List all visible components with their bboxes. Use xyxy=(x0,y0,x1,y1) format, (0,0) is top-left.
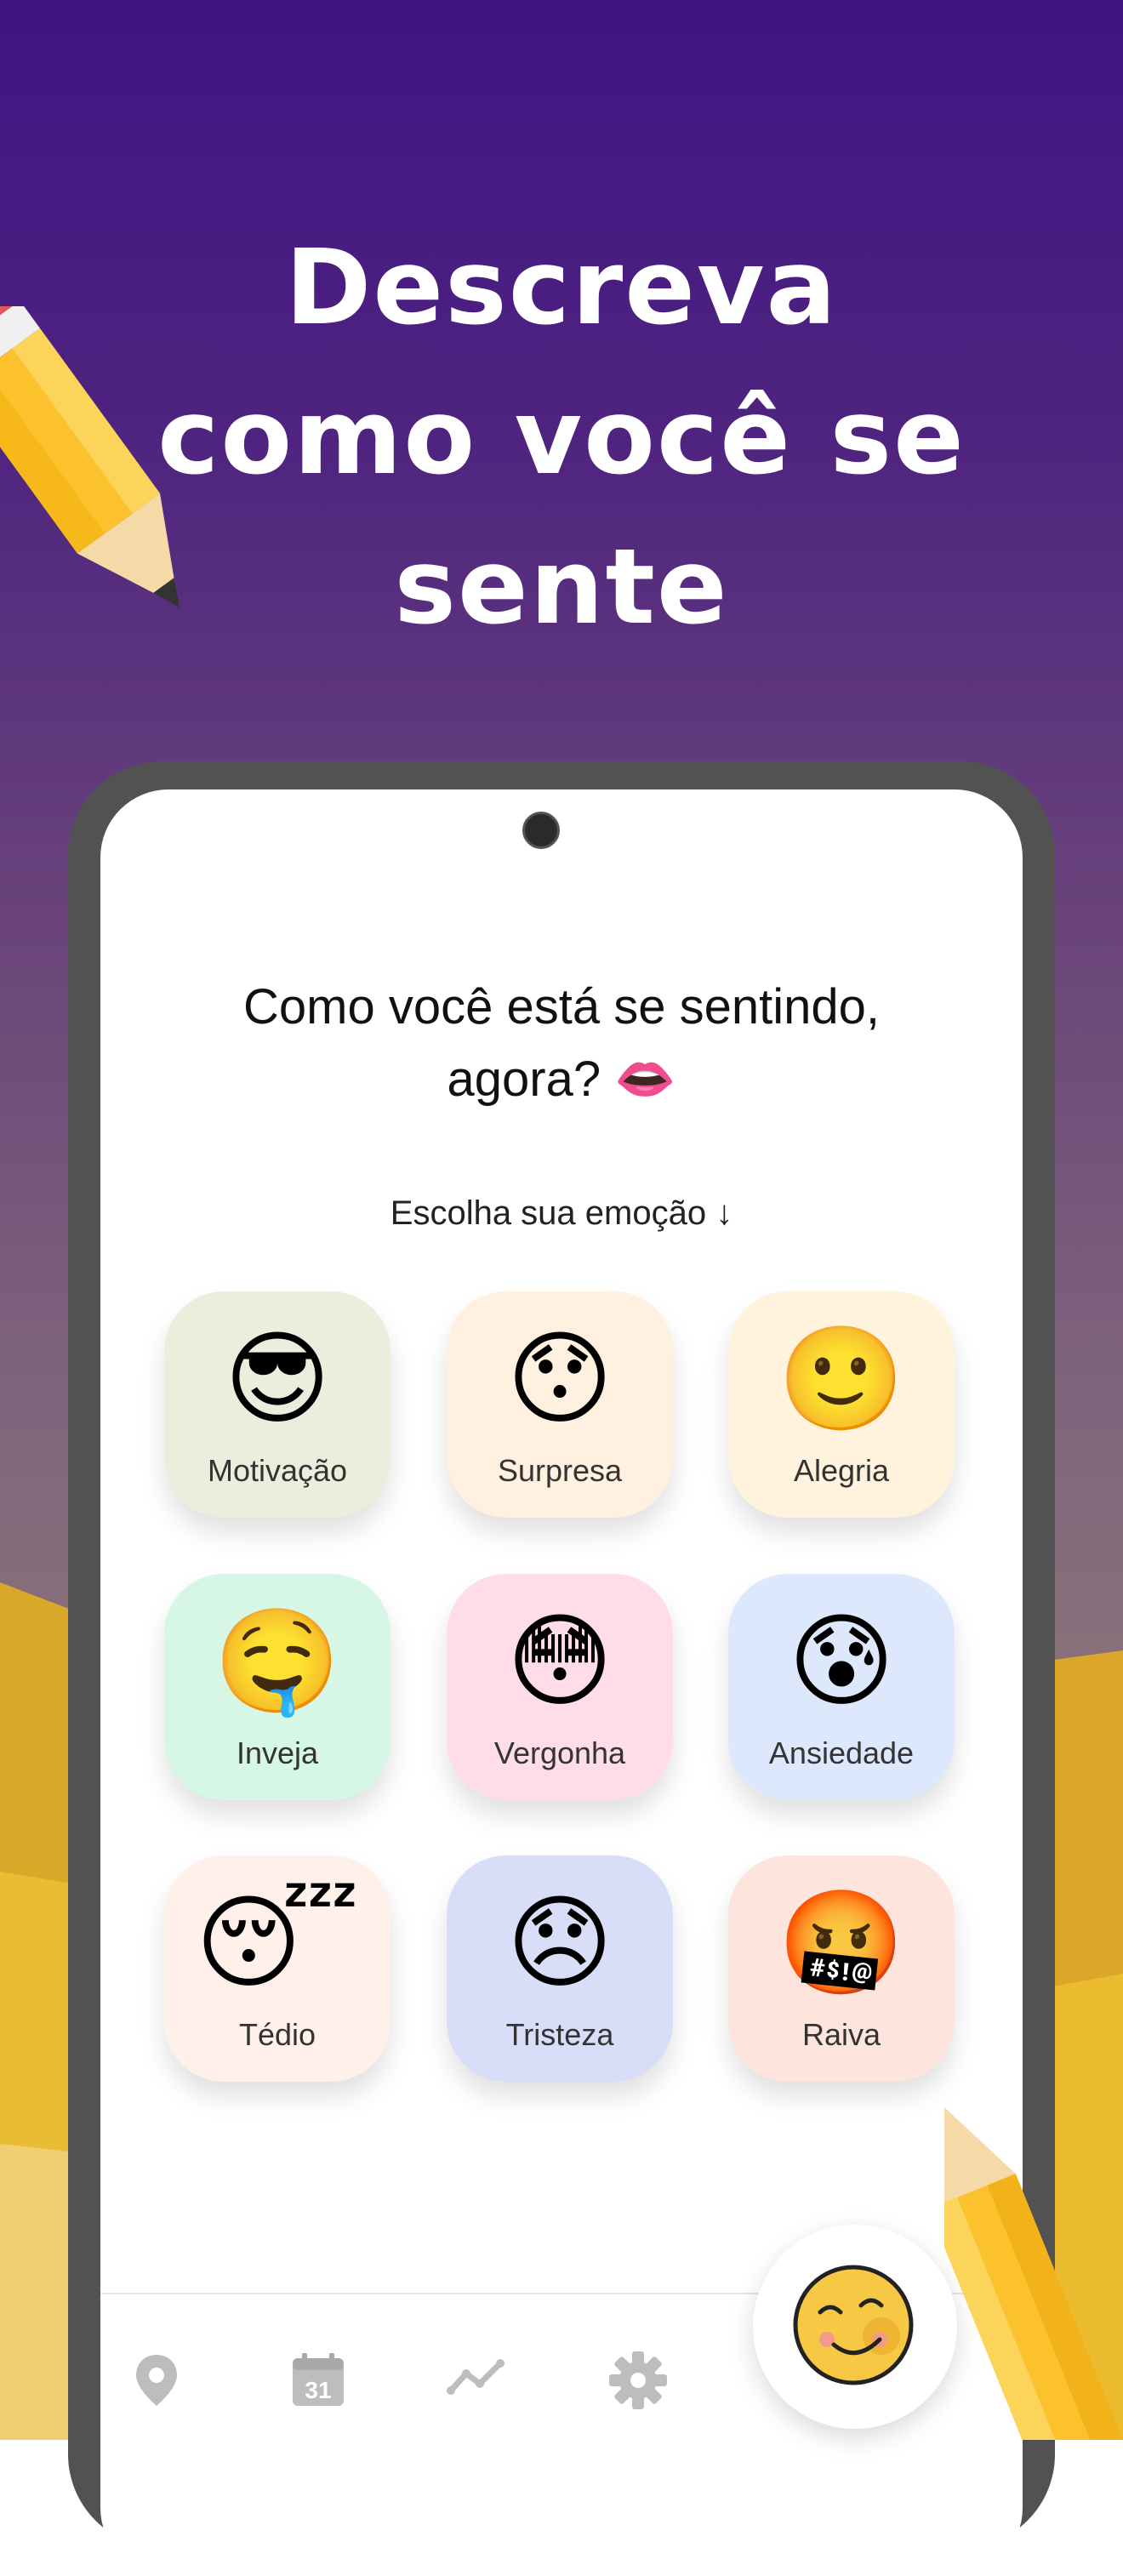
emotion-label: Inveja xyxy=(236,1735,319,1770)
emotion-label: Ansiedade xyxy=(768,1735,915,1770)
emotion-card-ansiedade[interactable]: 😰 Ansiedade xyxy=(728,1574,955,1800)
emotion-card-alegria[interactable]: 🙂 Alegria xyxy=(728,1291,955,1518)
emotion-card-raiva[interactable]: 🤬 Raiva xyxy=(728,1855,955,2082)
arrow-down-icon: ↓ xyxy=(715,1194,733,1232)
emotion-emoji-icon: 😞 xyxy=(506,1884,613,2003)
headline: Descreva como você se sente xyxy=(0,213,1123,662)
emotion-label: Raiva xyxy=(801,2017,881,2052)
emotion-card-motivação[interactable]: 😎 Motivação xyxy=(164,1291,390,1518)
emotion-emoji-icon: 🤬 xyxy=(778,1884,905,2003)
headline-line-3: sente xyxy=(394,527,729,647)
emotion-card-vergonha[interactable]: 😳 Vergonha xyxy=(447,1574,673,1800)
settings-icon[interactable] xyxy=(607,2350,669,2411)
pencil-illustration-bottom xyxy=(944,2061,1123,2440)
emotion-card-surpresa[interactable]: 😯 Surpresa xyxy=(447,1291,673,1518)
emotion-label: Surpresa xyxy=(497,1453,623,1488)
chart-icon[interactable] xyxy=(446,2350,507,2411)
calendar-icon[interactable]: 31 xyxy=(288,2350,349,2411)
emotion-label: Tristeza xyxy=(505,2017,614,2052)
emotion-card-tédio[interactable]: 😴 Tédio xyxy=(164,1855,390,2082)
choose-emotion-text: Escolha sua emoção xyxy=(390,1194,707,1232)
smiling-face-icon xyxy=(793,2265,914,2385)
emotion-emoji-icon: 😯 xyxy=(506,1320,613,1439)
calendar-day: 31 xyxy=(305,2377,331,2403)
headline-line-1: Descreva xyxy=(285,227,838,348)
choose-emotion-label: Escolha sua emoção ↓ xyxy=(100,1194,1023,1233)
question-line-1: Como você está se sentindo, xyxy=(243,979,880,1034)
camera-icon xyxy=(522,812,560,849)
emotion-label: Tédio xyxy=(238,2017,316,2052)
emotion-emoji-icon: 😳 xyxy=(506,1603,613,1721)
emotion-card-tristeza[interactable]: 😞 Tristeza xyxy=(447,1855,673,2082)
emotion-emoji-icon: 😴 xyxy=(195,1884,360,2003)
question-line-2: agora? 👄 xyxy=(447,1051,676,1107)
emotion-label: Vergonha xyxy=(493,1735,626,1770)
emotion-label: Motivação xyxy=(207,1453,348,1488)
location-icon[interactable] xyxy=(126,2350,187,2411)
emotion-emoji-icon: 😎 xyxy=(224,1320,331,1439)
emotion-emoji-icon: 🙂 xyxy=(778,1320,905,1439)
emotion-emoji-icon: 😰 xyxy=(788,1603,895,1721)
emotion-emoji-icon: 🤤 xyxy=(214,1603,341,1721)
headline-line-2: como você se xyxy=(157,377,966,498)
emotion-card-inveja[interactable]: 🤤 Inveja xyxy=(164,1574,390,1800)
emotion-label: Alegria xyxy=(793,1453,890,1488)
